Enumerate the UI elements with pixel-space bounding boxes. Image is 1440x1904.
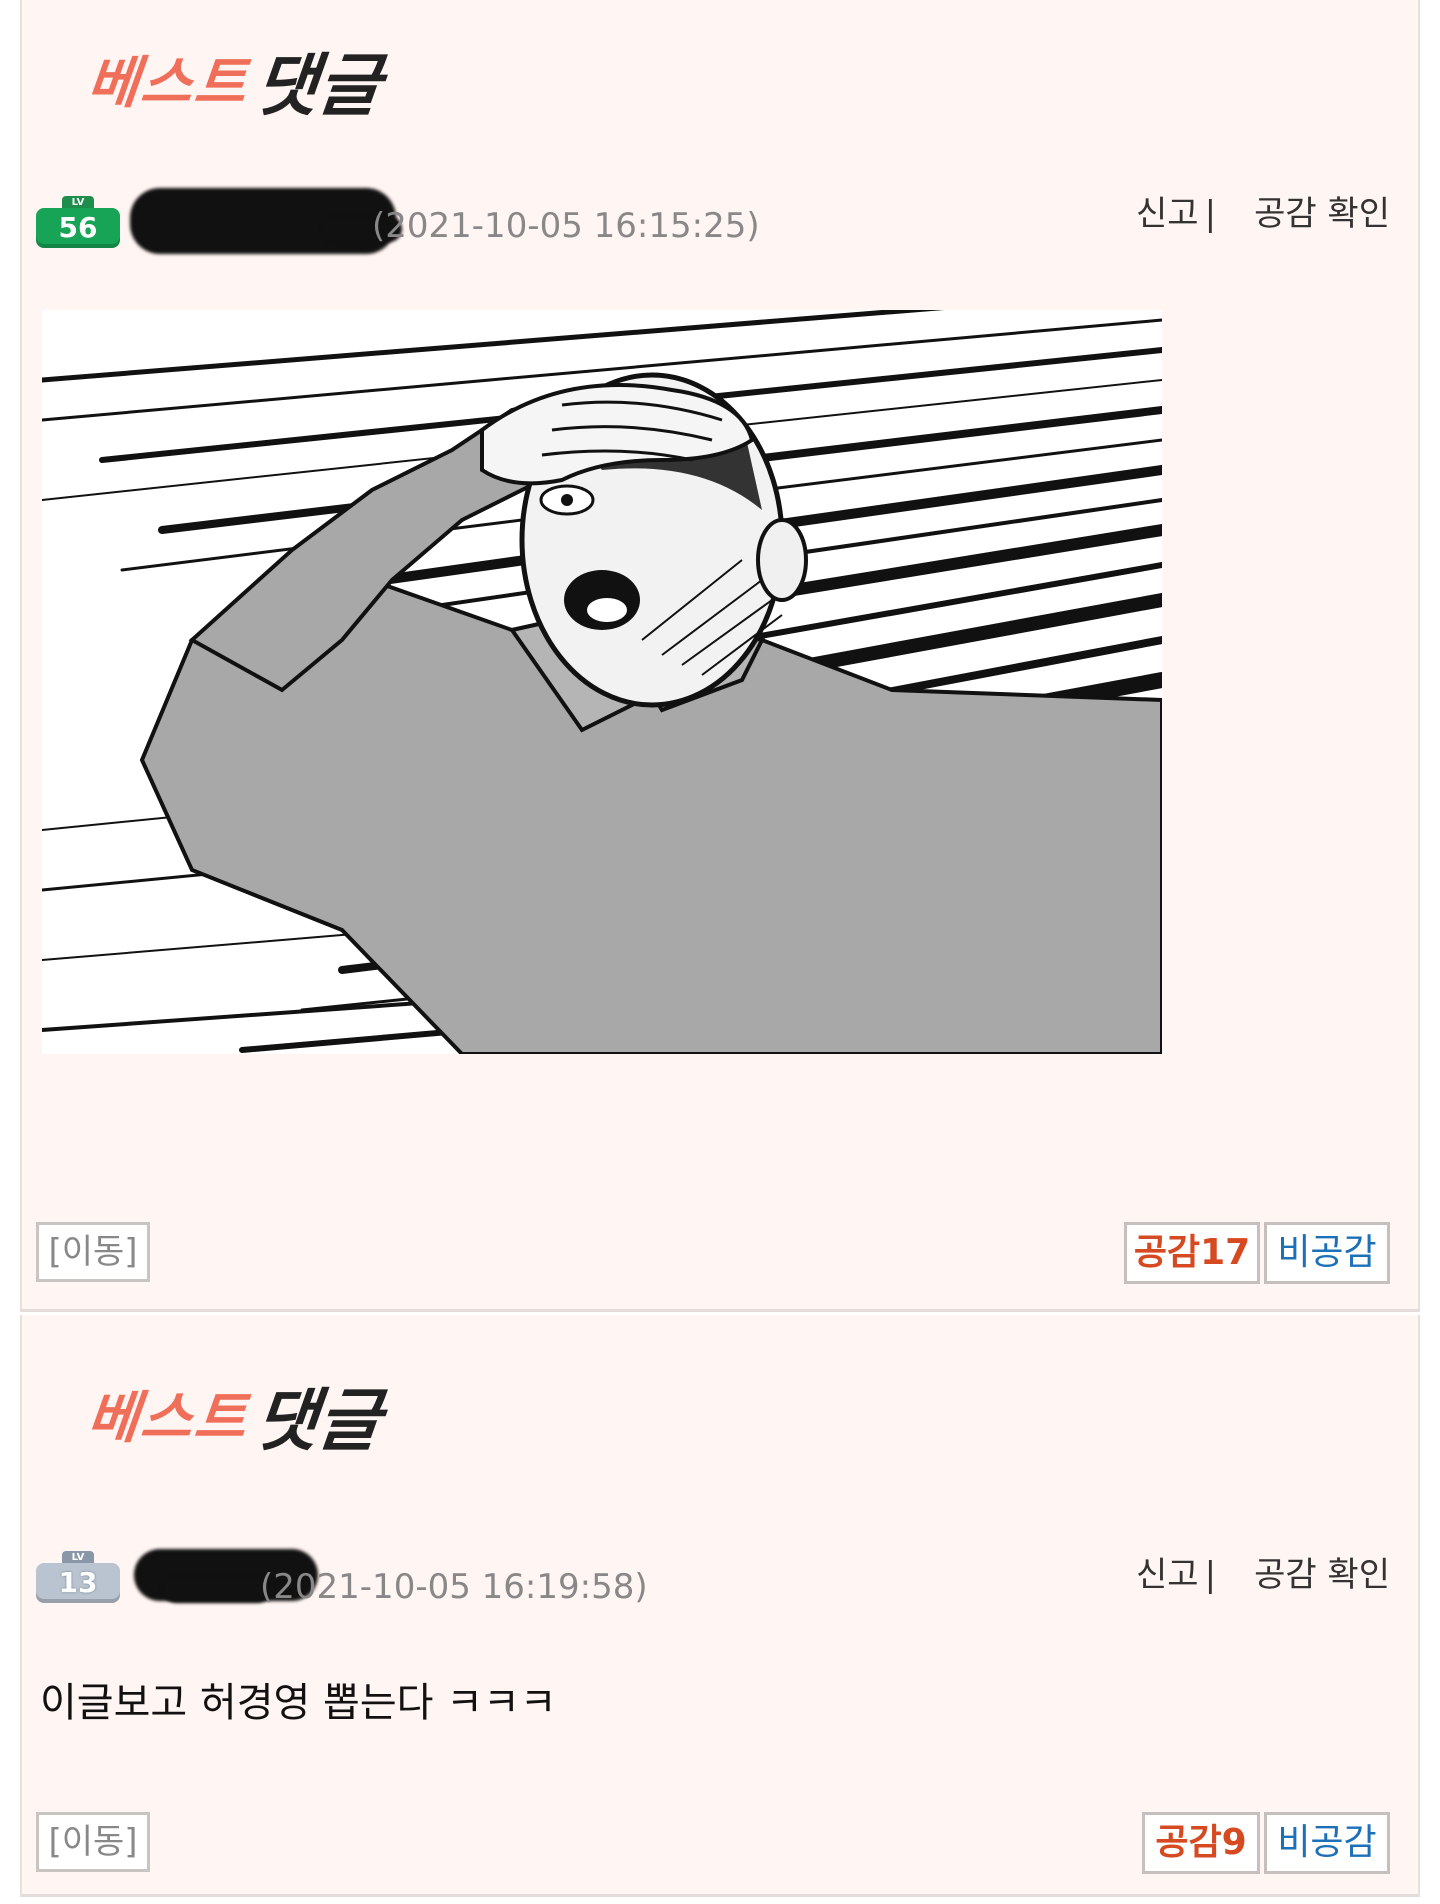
- best-badge-black-text: 댓글: [251, 1381, 385, 1461]
- comment-actions: 신고 | 공감 확인: [1136, 186, 1390, 235]
- comment-text: 이글보고 허경영 뽑는다 ㅋㅋㅋ: [40, 1680, 557, 1726]
- best-comment: 베스트 댓글 LV 13 (2021-10-05 16:19:58) 신고 | 공감…: [20, 1315, 1420, 1897]
- move-button[interactable]: [이동]: [36, 1812, 150, 1872]
- comment-actions: 신고 | 공감 확인: [1136, 1547, 1390, 1596]
- like-count: 9: [1221, 1822, 1247, 1863]
- level-badge: LV 13: [36, 1551, 120, 1611]
- comment-timestamp: (2021-10-05 16:15:25): [372, 206, 760, 246]
- comment-image[interactable]: [42, 310, 1162, 1054]
- dislike-button[interactable]: 비공감: [1264, 1812, 1390, 1874]
- like-label: 공감: [1155, 1822, 1222, 1863]
- like-button[interactable]: 공감9: [1142, 1812, 1260, 1874]
- like-count: 17: [1200, 1232, 1251, 1273]
- dislike-button[interactable]: 비공감: [1264, 1222, 1390, 1284]
- like-button[interactable]: 공감17: [1124, 1222, 1260, 1284]
- comment-timestamp: (2021-10-05 16:19:58): [260, 1567, 648, 1607]
- check-likes-link[interactable]: 공감 확인: [1254, 194, 1390, 234]
- action-separator: |: [1204, 194, 1217, 234]
- action-separator: |: [1204, 1555, 1217, 1595]
- check-likes-link[interactable]: 공감 확인: [1254, 1555, 1390, 1595]
- best-comment-badge: 베스트 댓글: [84, 24, 408, 126]
- best-badge-red-text: 베스트: [84, 1385, 252, 1451]
- move-button[interactable]: [이동]: [36, 1222, 150, 1282]
- like-label: 공감: [1133, 1232, 1201, 1273]
- level-badge: LV 56: [36, 196, 120, 256]
- page: 베스트 댓글 LV 56 (2021-10-05 16:15:25) 신고 | 공감…: [0, 0, 1440, 1904]
- best-comment: 베스트 댓글 LV 56 (2021-10-05 16:15:25) 신고 | 공감…: [20, 0, 1420, 1312]
- redacted-username-tail: [162, 1575, 272, 1603]
- best-badge-red-text: 베스트: [84, 50, 252, 116]
- facepalm-illustration: [42, 310, 1162, 1054]
- report-link[interactable]: 신고: [1136, 194, 1199, 234]
- best-comment-badge: 베스트 댓글: [84, 1359, 408, 1461]
- best-badge-black-text: 댓글: [251, 46, 385, 126]
- level-number: 13: [36, 1563, 120, 1603]
- report-link[interactable]: 신고: [1136, 1555, 1199, 1595]
- level-number: 56: [36, 208, 120, 248]
